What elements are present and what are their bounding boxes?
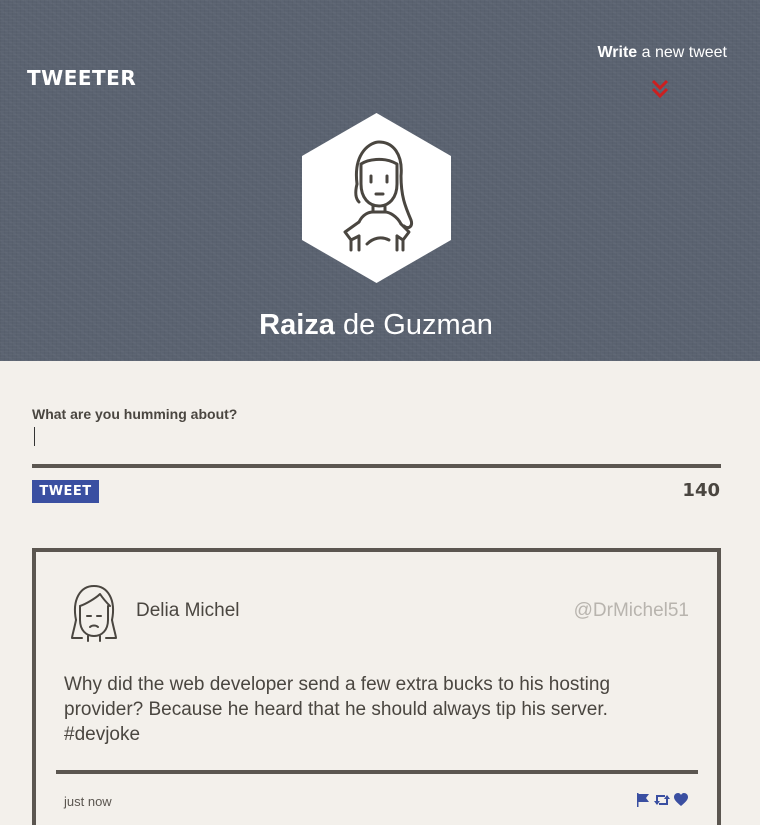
chevron-double-down-icon[interactable] (650, 78, 670, 100)
composer-divider (32, 464, 721, 468)
profile-last-name: de Guzman (334, 309, 493, 341)
brand-logo[interactable]: TWEETER (27, 66, 136, 90)
profile-first-name: Raiza (259, 309, 335, 341)
tweet-divider (56, 770, 698, 774)
profile-name: Raiza de Guzman (0, 309, 752, 342)
tweet-input[interactable] (32, 424, 720, 462)
char-count: 140 (682, 480, 720, 501)
text-caret (34, 427, 35, 446)
tweet-card: Delia Michel @DrMichel51 Why did the web… (32, 548, 721, 825)
author-name[interactable]: Delia Michel (136, 600, 239, 622)
tweet-button[interactable]: TWEET (32, 480, 99, 503)
tweet-text: Why did the web developer send a few ext… (64, 674, 611, 745)
profile-avatar (302, 113, 451, 283)
write-link-rest: a new tweet (637, 44, 727, 61)
flag-icon[interactable] (635, 792, 651, 808)
author-avatar[interactable] (68, 580, 120, 642)
profile-header: TWEETER Write a new tweet Raiza de Guzma… (0, 0, 760, 361)
write-link-bold: Write (597, 44, 638, 61)
tweet-actions (635, 792, 689, 808)
retweet-icon[interactable] (654, 792, 670, 808)
author-handle[interactable]: @DrMichel51 (574, 600, 689, 622)
tweet-timestamp: just now (64, 794, 112, 809)
composer-prompt: What are you humming about? (32, 406, 238, 422)
write-new-tweet-link[interactable]: Write a new tweet (597, 44, 727, 62)
heart-icon[interactable] (673, 792, 689, 808)
